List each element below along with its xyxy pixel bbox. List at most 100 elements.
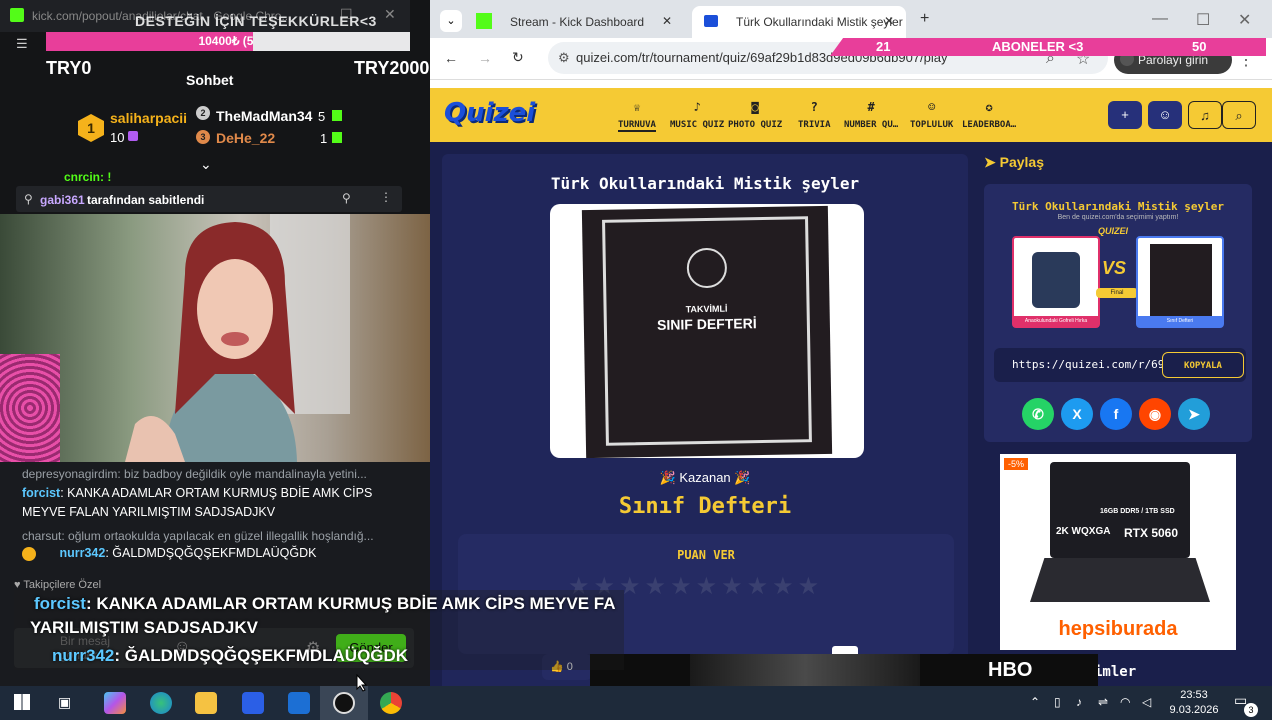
overlay-text: : KANKA ADAMLAR ORTAM KURMUŞ BDİE AMK Cİ…: [85, 594, 616, 613]
more-options-icon[interactable]: ⋮: [380, 190, 392, 204]
reload-icon[interactable]: ↻: [512, 49, 524, 66]
kick-logo-icon: [10, 8, 24, 22]
notebook-photo: TAKVİMLİ SINIF DEFTERİ: [581, 205, 833, 458]
leader-2-count: 5: [318, 109, 326, 124]
donation-min: TRY0: [46, 58, 92, 78]
system-clock[interactable]: 23:53 9.03.2026: [1168, 686, 1220, 720]
collapse-chevron-icon[interactable]: ⌄: [200, 156, 212, 173]
store-icon[interactable]: [242, 692, 264, 714]
forward-icon[interactable]: →: [478, 50, 492, 66]
gift-icon: [332, 110, 342, 121]
laptop-base: [1030, 558, 1210, 602]
clock-date: 9.03.2026: [1169, 704, 1219, 716]
close-tab-icon[interactable]: ✕: [662, 14, 672, 28]
task-view-icon[interactable]: ▣: [58, 694, 71, 711]
nav-turnuva[interactable]: ♕ TURNUVA: [618, 100, 656, 132]
winner-image: TAKVİMLİ SINIF DEFTERİ: [550, 204, 864, 458]
pinned-by-text: tarafından sabitlendi: [87, 193, 205, 207]
nav-music-quiz[interactable]: ♪ MUSIC QUIZ: [670, 100, 724, 130]
back-icon[interactable]: ←: [444, 50, 458, 66]
whatsapp-icon[interactable]: ✆: [1022, 398, 1054, 430]
camera-icon: ◙: [751, 100, 759, 114]
settings-sliders-icon[interactable]: ☰: [16, 36, 28, 52]
tab-search-icon[interactable]: ⌄: [440, 10, 462, 32]
reddit-icon[interactable]: ◉: [1139, 398, 1171, 430]
site-info-icon[interactable]: ⚙: [558, 50, 570, 66]
search-icon[interactable]: ⌕: [1222, 101, 1256, 129]
ad-discount: -5%: [1004, 458, 1029, 470]
close-window-icon[interactable]: ✕: [1238, 10, 1251, 30]
tab-kick-dashboard[interactable]: Stream - Kick Dashboard ✕: [466, 6, 686, 38]
tray-chevron-icon[interactable]: ⌃: [1030, 695, 1040, 709]
hbo-ad-banner[interactable]: HBO: [590, 654, 1098, 686]
reply-context[interactable]: charsut: oğlum ortaokulda yapılacak en g…: [22, 529, 402, 543]
file-explorer-icon[interactable]: [195, 692, 217, 714]
reply-context[interactable]: depresyonagirdim: biz badboy değildik oy…: [22, 467, 402, 481]
unpin-icon[interactable]: ⚲: [342, 191, 351, 205]
donation-overlay-text: DESTEĞİN İÇİN TEŞEKKÜRLER<3: [135, 13, 377, 29]
user-icon[interactable]: ☺: [1148, 101, 1182, 129]
chat-text: : ĞALDMDŞQĞQŞEKFMDLAÜQĞDK: [105, 546, 317, 560]
wifi-icon[interactable]: ◠: [1120, 695, 1130, 709]
nav-trivia[interactable]: ? TRIVIA: [798, 100, 831, 130]
winner-label-text: Kazanan: [679, 470, 731, 485]
nav-label: NUMBER QU…: [844, 120, 899, 130]
quizei-header: Quizei ♕ TURNUVA ♪ MUSIC QUIZ ◙ PHOTO QUIZ …: [430, 88, 1272, 142]
rank-2-badge: 2: [196, 106, 210, 120]
leader-1-count: 10: [110, 130, 125, 145]
rank-1-badge: 1: [78, 114, 104, 142]
tab-quizei[interactable]: Türk Okullarındaki Mistik şeyler ✕: [692, 6, 906, 38]
streamer-webcam: [125, 222, 297, 462]
chat-text: : KANKA ADAMLAR ORTAM KURMUŞ BDİE AMK Cİ…: [22, 486, 373, 519]
minimize-icon[interactable]: —: [1152, 10, 1168, 28]
maximize-icon[interactable]: ☐: [1196, 10, 1210, 30]
nav-leaderboard[interactable]: ✪ LEADERBOA…: [962, 100, 1016, 130]
facebook-icon[interactable]: f: [1100, 398, 1132, 430]
close-tab-icon[interactable]: ✕: [884, 14, 894, 28]
leader-3-name[interactable]: DeHe_22: [216, 130, 275, 146]
pinned-by-user[interactable]: gabi361: [40, 193, 85, 207]
overlay-text-line2: YARILMIŞTIM SADJSADJKV: [30, 618, 258, 637]
microphone-icon[interactable]: ♪: [1076, 695, 1082, 709]
copilot-icon[interactable]: [104, 692, 126, 714]
copy-button[interactable]: KOPYALA: [1162, 352, 1244, 378]
share-link-field[interactable]: https://quizei.com/r/69 KOPYALA: [994, 348, 1246, 382]
right-item-card: Sınıf Defteri: [1136, 236, 1224, 328]
partial-chat-line: cnrcin: !: [64, 170, 112, 184]
add-icon[interactable]: +: [1108, 101, 1142, 129]
subscriber-goal-bar: 21 ABONELER <3 50: [830, 38, 1266, 56]
volume-icon[interactable]: ◁: [1142, 695, 1151, 709]
gift-leaderboard: 1 saliharpacii 10 2 TheMadMan34 5 3 DeHe…: [0, 96, 410, 172]
gift-icon: [332, 132, 342, 143]
chrome-icon[interactable]: [380, 692, 402, 714]
close-icon[interactable]: ✕: [384, 6, 396, 23]
leader-2-name[interactable]: TheMadMan34: [216, 108, 312, 124]
share-link-text: https://quizei.com/r/69: [1012, 358, 1165, 371]
nav-label: MUSIC QUIZ: [670, 120, 725, 130]
nav-photo-quiz[interactable]: ◙ PHOTO QUIZ: [728, 100, 782, 130]
edge-icon[interactable]: [150, 692, 172, 714]
outlook-icon[interactable]: [288, 692, 310, 714]
usb-icon[interactable]: ⇌: [1098, 695, 1108, 709]
x-twitter-icon[interactable]: X: [1061, 398, 1093, 430]
mouse-cursor-icon: [356, 674, 368, 692]
chat-overlay-alert: forcist: KANKA ADAMLAR ORTAM KURMUŞ BDİE…: [14, 590, 624, 670]
ad-ram: 16GB DDR5 / 1TB SSD: [1100, 508, 1175, 515]
windows-start-icon[interactable]: [14, 694, 30, 710]
new-tab-icon[interactable]: +: [920, 10, 929, 28]
chat-username[interactable]: forcist: [22, 486, 60, 500]
chrome-window: ⌄ Stream - Kick Dashboard ✕ Türk Okullar…: [430, 0, 1272, 686]
tray-device-icon[interactable]: ▯: [1054, 695, 1061, 709]
nav-topluluk[interactable]: ☺ TOPLULUK: [910, 100, 953, 130]
nav-number-quiz[interactable]: # NUMBER QU…: [844, 100, 898, 130]
rank-badge-icon: [22, 546, 36, 561]
bell-icon[interactable]: ♫: [1188, 101, 1222, 129]
telegram-icon[interactable]: ➤: [1178, 398, 1210, 430]
nav-label: TRIVIA: [798, 120, 831, 130]
quizei-logo[interactable]: Quizei: [444, 98, 535, 128]
leader-1-name[interactable]: saliharpacii: [110, 110, 187, 126]
chat-username[interactable]: nurr342: [59, 546, 105, 560]
vs-label: VS: [1102, 258, 1127, 278]
donation-progress-fill: 10400₺ (5: [46, 32, 254, 51]
hepsiburada-ad[interactable]: -5% 16GB DDR5 / 1TB SSD 2K WQXGA RTX 506…: [1000, 454, 1236, 650]
